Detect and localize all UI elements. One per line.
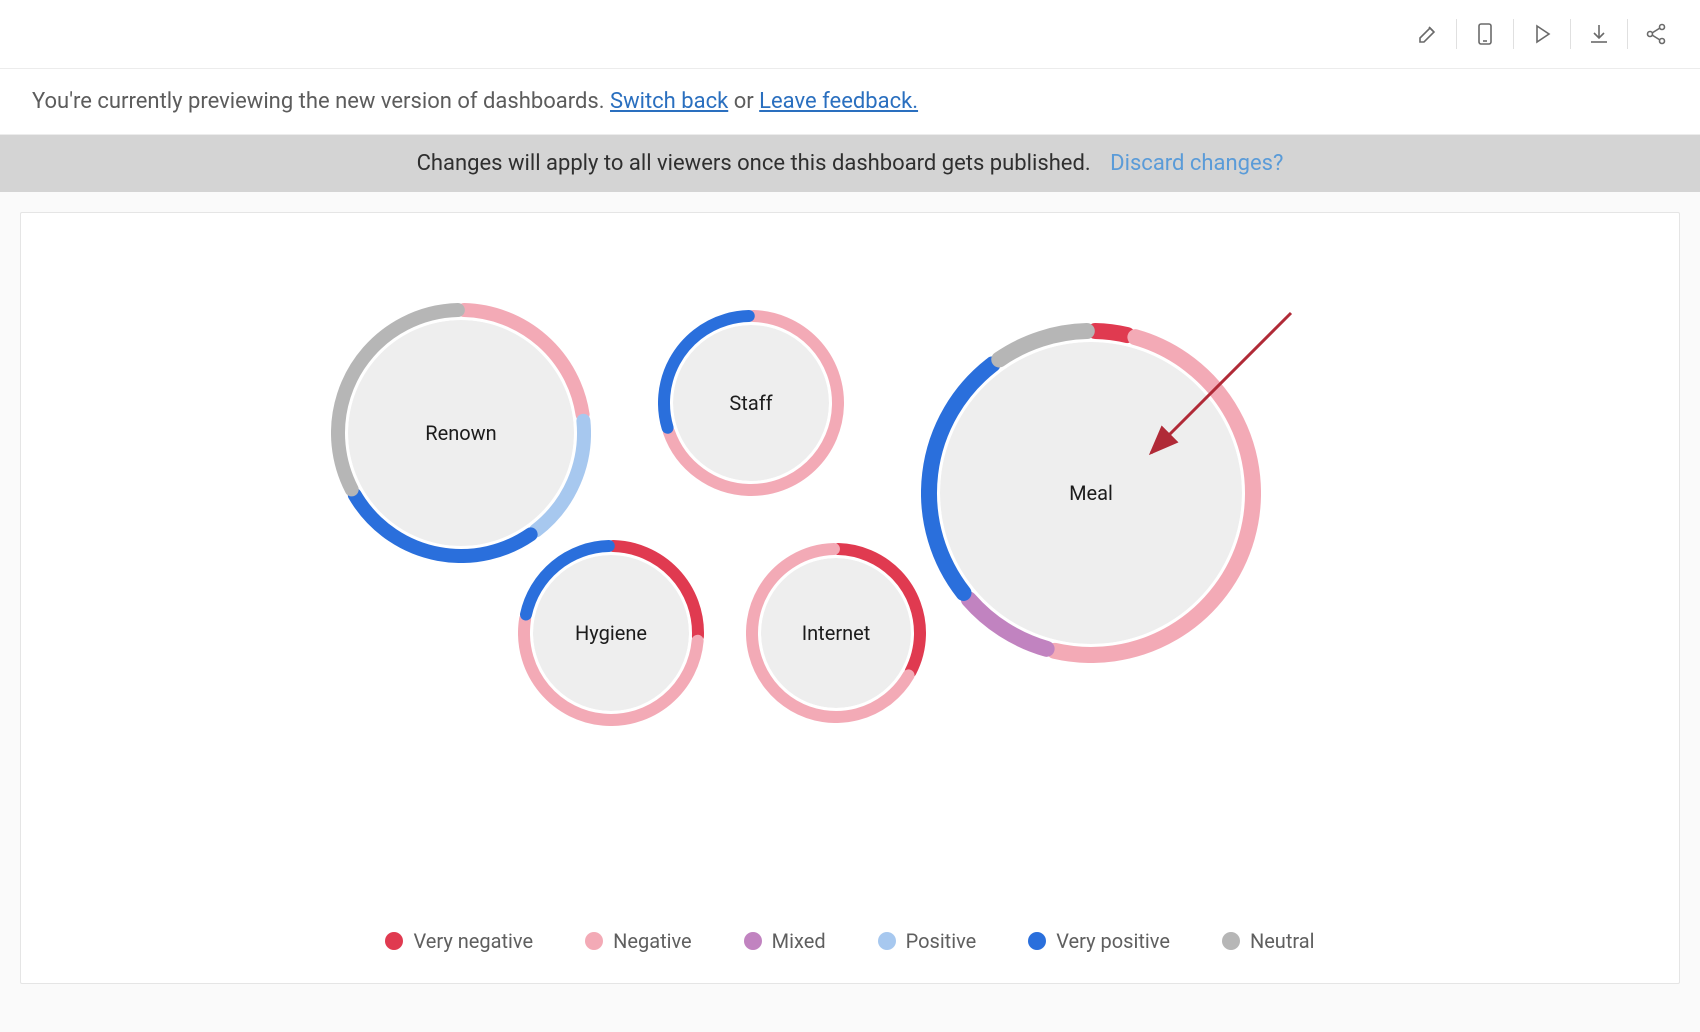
legend: Very negative Negative Mixed Positive Very p…: [21, 929, 1679, 953]
legend-dot: [744, 932, 762, 950]
legend-item[interactable]: Negative: [585, 929, 692, 953]
donut-staff[interactable]: Staff: [658, 310, 844, 496]
legend-dot: [1222, 932, 1240, 950]
legend-label: Neutral: [1250, 929, 1315, 953]
legend-label: Very negative: [413, 929, 533, 953]
legend-dot: [385, 932, 403, 950]
share-icon[interactable]: [1632, 14, 1680, 54]
publish-bar: Changes will apply to all viewers once t…: [0, 135, 1700, 192]
legend-item[interactable]: Very positive: [1028, 929, 1170, 953]
chart-area: Renown Staff HygieneInternetMeal: [51, 233, 1649, 793]
switch-back-link[interactable]: Switch back: [610, 89, 728, 114]
legend-dot: [878, 932, 896, 950]
legend-item[interactable]: Mixed: [744, 929, 826, 953]
chart-panel: Renown Staff HygieneInternetMeal Very nega…: [20, 212, 1680, 984]
donut-renown[interactable]: Renown: [331, 303, 591, 563]
edit-icon[interactable]: [1404, 14, 1452, 54]
download-icon[interactable]: [1575, 14, 1623, 54]
toolbar-divider: [1570, 19, 1571, 49]
legend-label: Mixed: [772, 929, 826, 953]
legend-dot: [1028, 932, 1046, 950]
legend-item[interactable]: Positive: [878, 929, 977, 953]
legend-label: Negative: [613, 929, 692, 953]
preview-or-text: or: [734, 89, 759, 114]
legend-item[interactable]: Neutral: [1222, 929, 1315, 953]
mobile-icon[interactable]: [1461, 14, 1509, 54]
panel-wrap: Renown Staff HygieneInternetMeal Very nega…: [0, 192, 1700, 1004]
donut-hygiene[interactable]: Hygiene: [518, 540, 704, 726]
preview-prefix-text: You're currently previewing the new vers…: [32, 89, 610, 114]
preview-banner: You're currently previewing the new vers…: [0, 69, 1700, 135]
leave-feedback-link[interactable]: Leave feedback.: [759, 89, 918, 114]
top-toolbar: [0, 0, 1700, 69]
legend-dot: [585, 932, 603, 950]
legend-item[interactable]: Very negative: [385, 929, 533, 953]
publish-message: Changes will apply to all viewers once t…: [417, 151, 1091, 176]
toolbar-divider: [1513, 19, 1514, 49]
toolbar-divider: [1627, 19, 1628, 49]
donut-meal[interactable]: Meal: [921, 323, 1261, 663]
legend-label: Very positive: [1056, 929, 1170, 953]
toolbar-divider: [1456, 19, 1457, 49]
legend-label: Positive: [906, 929, 977, 953]
play-icon[interactable]: [1518, 14, 1566, 54]
discard-changes-link[interactable]: Discard changes?: [1110, 151, 1283, 176]
donut-internet[interactable]: Internet: [746, 543, 926, 723]
